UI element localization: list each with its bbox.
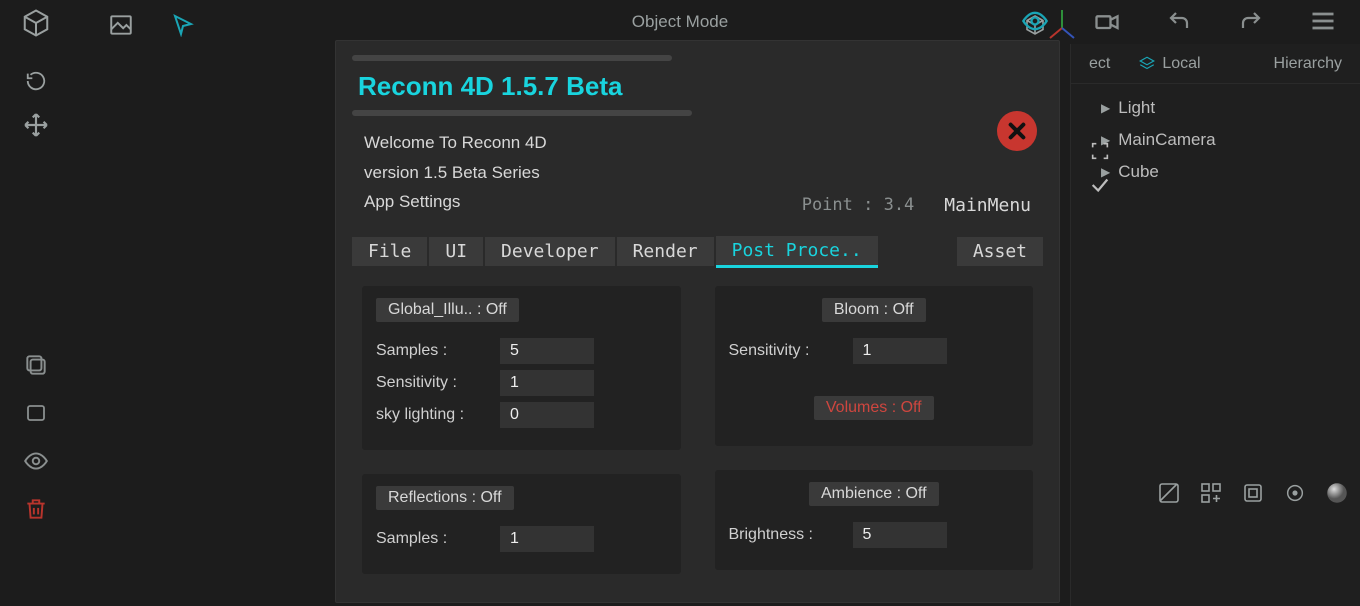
bloom-sensitivity-input[interactable] [853, 338, 947, 364]
gi-sky-input[interactable] [500, 402, 594, 428]
dialog-scrollbar-sub[interactable] [352, 110, 692, 116]
gi-sensitivity-label: Sensitivity : [376, 374, 486, 392]
tab-developer[interactable]: Developer [485, 237, 615, 266]
rectangle-icon[interactable] [19, 396, 53, 430]
hierarchy-label: Light [1118, 98, 1155, 118]
dialog-scrollbar-top[interactable] [352, 55, 672, 61]
visibility-icon[interactable] [19, 444, 53, 478]
close-button[interactable] [997, 111, 1037, 151]
gi-toggle[interactable]: Global_Illu.. : Off [376, 298, 519, 322]
image-icon[interactable] [106, 10, 136, 40]
reflections-toggle[interactable]: Reflections : Off [376, 486, 514, 510]
tab-render[interactable]: Render [617, 237, 714, 266]
reflections-samples-label: Samples : [376, 530, 486, 548]
ambience-brightness-label: Brightness : [729, 526, 839, 544]
menu-icon[interactable] [1308, 6, 1338, 36]
right-tabs: ect Local Hierarchy [1071, 44, 1360, 84]
tab-select[interactable]: ect [1079, 51, 1120, 77]
cube-icon[interactable] [19, 6, 53, 40]
hierarchy-label: Cube [1118, 162, 1159, 182]
ambience-brightness-input[interactable] [853, 522, 947, 548]
camera-icon[interactable] [1092, 6, 1122, 36]
bloom-sensitivity-label: Sensitivity : [729, 342, 839, 360]
settings-dialog: Reconn 4D 1.5.7 Beta Welcome To Reconn 4… [335, 40, 1060, 603]
volumes-toggle[interactable]: Volumes : Off [814, 396, 934, 420]
bloom-toggle[interactable]: Bloom : Off [822, 298, 926, 322]
gi-sky-label: sky lighting : [376, 406, 486, 424]
tab-ui[interactable]: UI [429, 237, 483, 266]
eye-icon[interactable] [1020, 6, 1050, 36]
material-icon[interactable] [1156, 480, 1182, 506]
tab-postproc[interactable]: Post Proce.. [716, 236, 878, 268]
cursor-icon[interactable] [168, 10, 198, 40]
layers-icon [1138, 55, 1156, 73]
undo-icon[interactable] [1164, 6, 1194, 36]
reflections-samples-input[interactable] [500, 526, 594, 552]
right-panel: ect Local Hierarchy ▶ Light ▶MainCamera ▶… [1070, 44, 1360, 606]
left-toolbar [10, 6, 62, 142]
trash-icon[interactable] [19, 492, 53, 526]
app-root: Object Mode ect Local Hier [0, 0, 1360, 606]
dialog-col-left: Global_Illu.. : Off Samples : Sensitivit… [362, 286, 681, 574]
gi-samples-label: Samples : [376, 342, 486, 360]
point-label: Point : 3.4 [802, 195, 915, 215]
tab-asset[interactable]: Asset [957, 237, 1043, 266]
left-toolbar-bottom [10, 348, 62, 526]
refresh-icon[interactable] [19, 64, 53, 98]
dialog-welcome2: version 1.5 Beta Series [336, 156, 1059, 186]
tab-local[interactable]: Local [1128, 51, 1210, 77]
tab-local-label: Local [1162, 55, 1200, 73]
hierarchy-item[interactable]: ▶ Light [1071, 92, 1360, 124]
card-bloom: Bloom : Off Sensitivity : Volumes : Off [715, 286, 1034, 446]
dialog-panels: Global_Illu.. : Off Samples : Sensitivit… [336, 278, 1059, 582]
hierarchy-item[interactable]: ▶Cube [1071, 156, 1360, 188]
hierarchy-label: MainCamera [1118, 130, 1215, 150]
card-global-illumination: Global_Illu.. : Off Samples : Sensitivit… [362, 286, 681, 450]
focus-icon[interactable] [1089, 140, 1111, 162]
top-right-icons [1010, 6, 1348, 36]
redo-icon[interactable] [1236, 6, 1266, 36]
top-bar: Object Mode [0, 0, 1360, 44]
expand-icon: ▶ [1101, 101, 1110, 115]
gi-sensitivity-input[interactable] [500, 370, 594, 396]
mode-label: Object Mode [632, 12, 728, 32]
target-icon[interactable] [1282, 480, 1308, 506]
right-mid-icons [1089, 140, 1111, 196]
hierarchy-list: ▶ Light ▶MainCamera ▶Cube [1071, 84, 1360, 196]
grid-add-icon[interactable] [1198, 480, 1224, 506]
check-icon[interactable] [1089, 174, 1111, 196]
ambience-toggle[interactable]: Ambience : Off [809, 482, 939, 506]
dialog-col-right: Bloom : Off Sensitivity : Volumes : Off … [715, 286, 1034, 574]
card-reflections: Reflections : Off Samples : [362, 474, 681, 574]
gi-samples-input[interactable] [500, 338, 594, 364]
card-ambience: Ambience : Off Brightness : [715, 470, 1034, 570]
dialog-welcome1: Welcome To Reconn 4D [336, 126, 1059, 156]
mainmenu-button[interactable]: MainMenu [936, 191, 1039, 220]
move-icon[interactable] [19, 108, 53, 142]
duplicate-icon[interactable] [19, 348, 53, 382]
tab-file[interactable]: File [352, 237, 427, 266]
box-icon[interactable] [1240, 480, 1266, 506]
hierarchy-item[interactable]: ▶MainCamera [1071, 124, 1360, 156]
sphere-icon[interactable] [1324, 480, 1350, 506]
right-bottom-icons [1156, 480, 1350, 506]
dialog-title: Reconn 4D 1.5.7 Beta [336, 71, 1059, 108]
dialog-tabs: File UI Developer Render Post Proce.. As… [336, 222, 1059, 278]
tab-hierarchy[interactable]: Hierarchy [1264, 51, 1352, 77]
